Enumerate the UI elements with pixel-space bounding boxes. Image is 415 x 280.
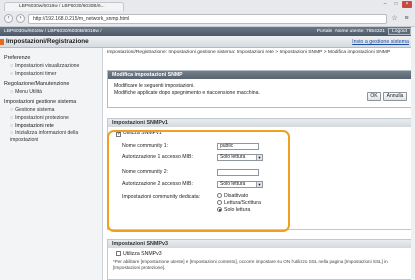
minimize-button[interactable]: – [380, 1, 390, 8]
sidebar-group-maintenance: Regolazione/Manutenzione [4, 81, 70, 87]
maximize-button[interactable]: □ [391, 1, 401, 8]
snmpv1-highlight-box [107, 130, 290, 232]
breadcrumb: Impostazioni/Registrazione: Impostazioni… [107, 50, 391, 55]
sidebar-item-timer-settings[interactable]: ○ Impostazioni timer [4, 70, 102, 78]
edit-panel: Modifica impostazioni SNMP Modificare le… [107, 70, 412, 108]
page-title: Impostazioni/Registrazione [6, 38, 89, 45]
window-controls: – □ × [380, 1, 412, 8]
cancel-button[interactable]: Annulla [383, 92, 407, 101]
bullet-icon: ○ [10, 115, 14, 121]
browser-tab[interactable]: LBP6030w/6018w / LBP6030/6030B/6... [4, 2, 124, 11]
star-icon[interactable]: ☆ [390, 14, 399, 23]
panel-title: Modifica impostazioni SNMP [108, 71, 411, 79]
scrollbar[interactable] [411, 27, 415, 280]
sidebar-item-display-settings[interactable]: ○ Impostazioni visualizzazione [4, 62, 102, 70]
use-snmpv3-label: Utilizza SNMPv3 [123, 251, 162, 257]
sidebar: Preferenze ○ Impostazioni visualizzazione… [0, 48, 103, 280]
page-title-bar: Impostazioni/Registrazione Invio a gesti… [0, 36, 415, 48]
section-marker-icon [0, 39, 4, 45]
bullet-icon: ○ [10, 71, 14, 77]
menu-icon[interactable]: ≡ [402, 14, 411, 23]
address-bar: ‹ › http://192.168.0.215/m_network_snmp.… [0, 11, 415, 26]
app-header: LBP6030w/6018w / LBP6030/6030B/6018w / P… [0, 27, 415, 36]
snmpv3-header: Impostazioni SNMPv3 [108, 240, 411, 248]
ssl-note: *Per abilitare [Impostazione utente] e [… [113, 259, 388, 270]
mail-to-admin-link[interactable]: Invio a gestione sistema [352, 36, 409, 48]
portal-link[interactable]: Portale [317, 27, 333, 36]
bullet-icon: ○ [10, 89, 14, 95]
sidebar-item-initialize[interactable]: ○ Inizializza informazioni della impostaz… [4, 130, 96, 143]
snmpv3-section: Impostazioni SNMPv3 Utilizza SNMPv3 *Per… [107, 239, 412, 280]
use-snmpv3-checkbox[interactable] [116, 251, 121, 256]
sidebar-group-preferences: Preferenze [4, 55, 31, 61]
sidebar-item-utility-menu[interactable]: ○ Menu Utilità [4, 88, 102, 96]
use-snmpv3-row[interactable]: Utilizza SNMPv3 [116, 251, 162, 258]
ok-button[interactable]: OK [367, 92, 381, 101]
browser-tab-bar: LBP6030w/6018w / LBP6030/6030B/6... [0, 0, 415, 11]
user-name: Nome utente: 7654321 [335, 29, 386, 34]
snmpv1-header: Impostazioni SNMPv1 [108, 119, 411, 127]
bullet-icon: ○ [10, 107, 14, 113]
sidebar-item-network[interactable]: ○ Impostazioni rete [4, 122, 102, 130]
bullet-icon: ○ [10, 123, 14, 129]
forward-icon[interactable]: › [16, 14, 25, 23]
back-icon[interactable]: ‹ [4, 14, 13, 23]
device-name: LBP6030w/6018w / LBP6030/6030B/6018w / [4, 29, 102, 34]
sidebar-item-system-management[interactable]: ○ Gestione sistema [4, 106, 102, 114]
bullet-icon: ○ [10, 130, 14, 136]
url-field[interactable]: http://192.168.0.215/m_network_snmp.html [28, 13, 387, 24]
main-content: Impostazioni/Registrazione: Impostazioni… [107, 50, 412, 280]
browser-chrome: LBP6030w/6018w / LBP6030/6030B/6... – □ … [0, 0, 415, 27]
header-links: Portale Nome utente: 7654321 Logout [317, 27, 411, 36]
sidebar-group-system-management: Impostazioni gestione sistema [4, 99, 77, 105]
restart-note: Modifiche applicate dopo spegnimento e r… [114, 89, 260, 96]
logout-button[interactable]: Logout [388, 28, 411, 35]
close-button[interactable]: × [402, 1, 412, 8]
panel-body: Modificare le seguenti impostazioni. Mod… [108, 79, 411, 108]
sidebar-item-security[interactable]: ○ Impostazioni protezione [4, 114, 102, 122]
bullet-icon: ○ [10, 63, 14, 69]
